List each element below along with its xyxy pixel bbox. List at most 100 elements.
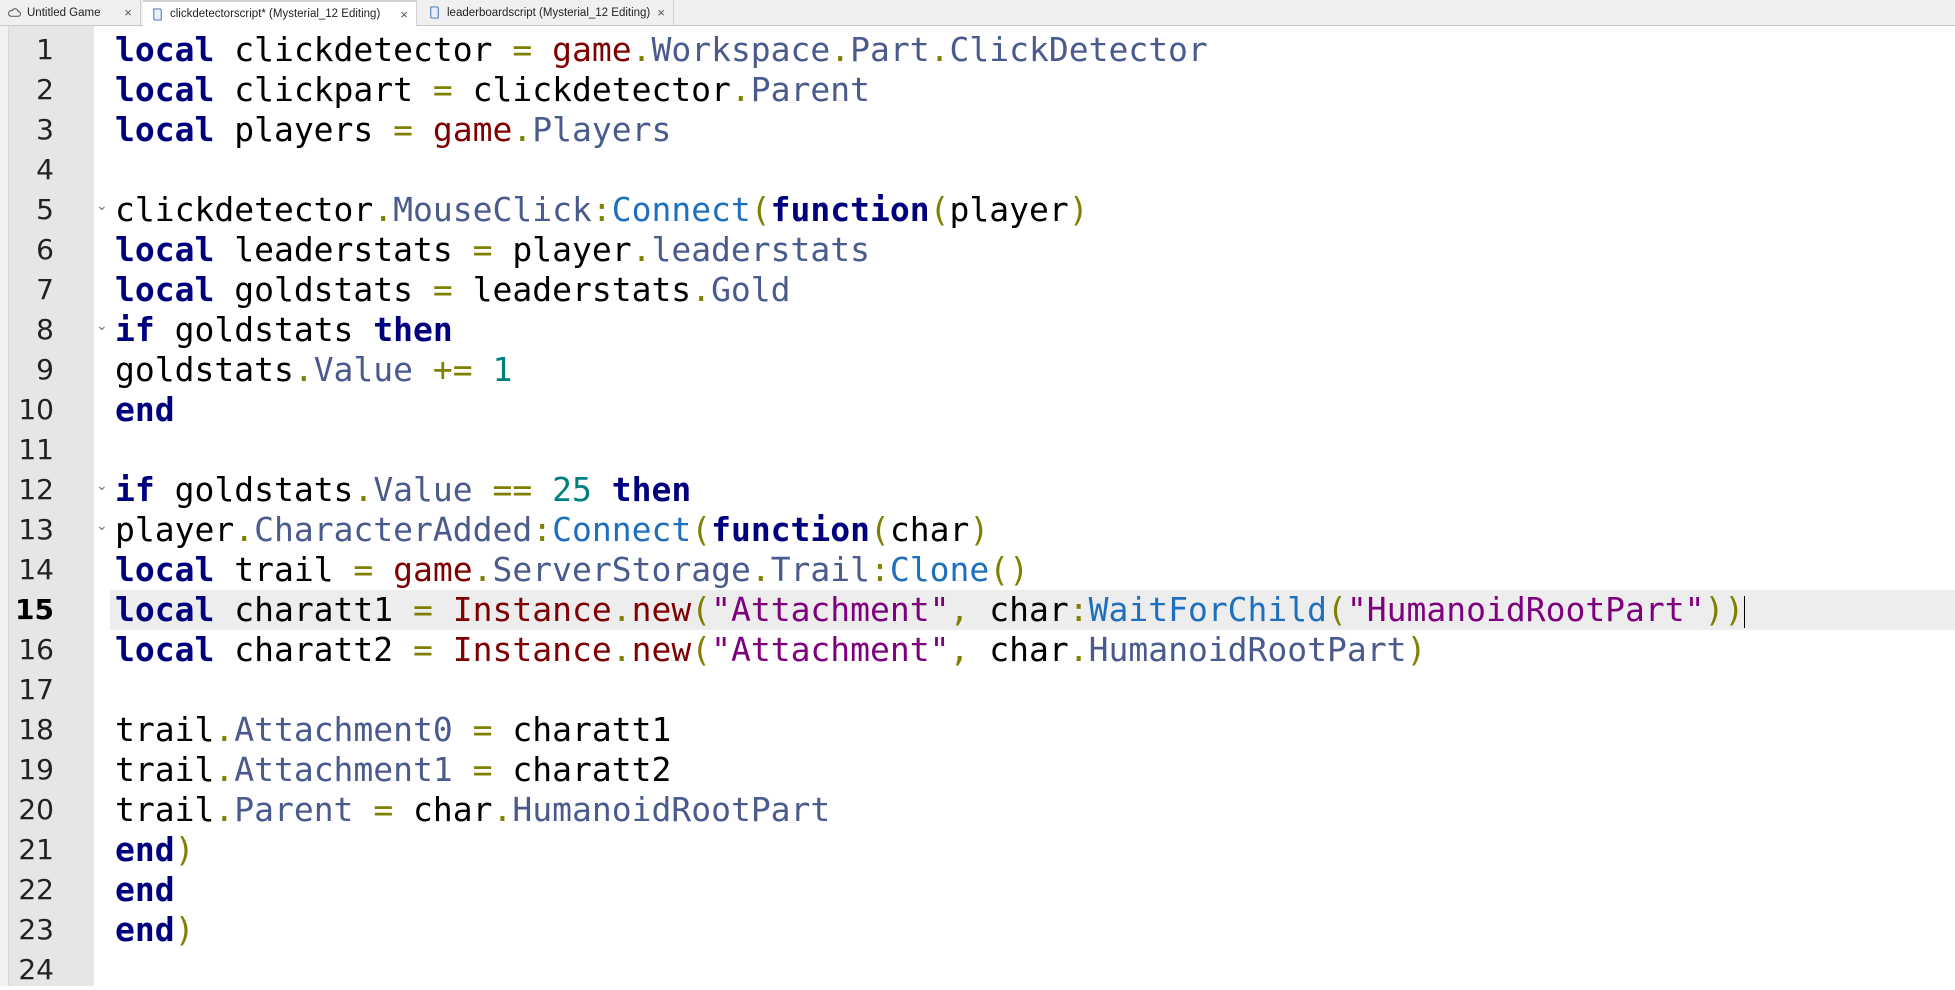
- script-icon: [153, 7, 162, 21]
- token-identifier: goldstats: [115, 350, 294, 389]
- token-operator: .: [929, 30, 950, 69]
- code-line[interactable]: 3 local players = game.Players: [0, 110, 1955, 150]
- code-line[interactable]: 18 trail.Attachment0 = charatt1: [0, 710, 1955, 750]
- fold-chevron-icon[interactable]: ⌄: [96, 466, 108, 506]
- code-line[interactable]: 23 end): [0, 910, 1955, 950]
- close-icon[interactable]: ×: [124, 5, 132, 20]
- line-number: 15: [15, 593, 54, 626]
- code-line[interactable]: 7 local goldstats = leaderstats.Gold: [0, 270, 1955, 310]
- token-property: CharacterAdded: [254, 510, 533, 549]
- token-operator: :: [870, 550, 890, 589]
- tab-clickdetectorscript[interactable]: clickdetectorscript* (Mysterial_12 Editi…: [143, 0, 417, 26]
- line-text: local goldstats = leaderstats.Gold: [110, 270, 1955, 310]
- token-operator: (: [750, 190, 771, 229]
- token-identifier: trail: [115, 790, 215, 829]
- line-text: local clickpart = clickdetector.Parent: [110, 70, 1955, 110]
- token-operator: ==: [492, 470, 533, 509]
- code-line[interactable]: 9 goldstats.Value += 1: [0, 350, 1955, 390]
- code-line[interactable]: 14 local trail = game.ServerStorage.Trail…: [0, 550, 1955, 590]
- close-icon[interactable]: ×: [657, 5, 665, 20]
- line-number: 12: [18, 473, 54, 506]
- token-method: WaitForChild: [1088, 590, 1328, 629]
- token-string: "HumanoidRootPart": [1346, 590, 1705, 629]
- token-number: 25: [552, 470, 592, 509]
- code-line[interactable]: 6 local leaderstats = player.leaderstats: [0, 230, 1955, 270]
- token-operator: .: [750, 550, 771, 589]
- token-property: Players: [532, 110, 672, 149]
- token-property: ServerStorage: [492, 550, 751, 589]
- code-line[interactable]: 10 end: [0, 390, 1955, 430]
- token-operator: .: [830, 30, 851, 69]
- token-keyword: end: [115, 870, 175, 909]
- code-line[interactable]: 8 ⌄ if goldstats then: [0, 310, 1955, 350]
- token-identifier: player: [115, 510, 235, 549]
- line-number: 6: [36, 233, 54, 266]
- code-line[interactable]: 12 ⌄ if goldstats.Value == 25 then: [0, 470, 1955, 510]
- token-operator: =: [472, 710, 493, 749]
- token-identifier: trail: [214, 550, 354, 589]
- code-line[interactable]: 13 ⌄ player.CharacterAdded:Connect(functio…: [0, 510, 1955, 550]
- code-line[interactable]: 5 ⌄ clickdetector.MouseClick:Connect(funct…: [0, 190, 1955, 230]
- token-operator: .: [373, 190, 394, 229]
- token-operator: .: [234, 510, 255, 549]
- code-line[interactable]: 20 trail.Parent = char.HumanoidRootPart: [0, 790, 1955, 830]
- token-operator: (: [1327, 590, 1347, 629]
- code-line[interactable]: 16 local charatt2 = Instance.new("Attachm…: [0, 630, 1955, 670]
- token-identifier: char: [889, 510, 970, 549]
- token-identifier: leaderstats: [452, 270, 692, 309]
- token-keyword: local: [115, 230, 215, 269]
- fold-chevron-icon[interactable]: ⌄: [96, 506, 108, 546]
- token-string: "Attachment": [711, 590, 950, 629]
- line-number: 1: [36, 33, 54, 66]
- code-line[interactable]: 24: [0, 950, 1955, 990]
- line-text: local clickdetector = game.Workspace.Par…: [110, 30, 1955, 70]
- line-text: local charatt1 = Instance.new("Attachmen…: [110, 590, 1955, 630]
- token-operator: (: [691, 590, 712, 629]
- fold-chevron-icon[interactable]: ⌄: [96, 306, 108, 346]
- token-property: HumanoidRootPart: [1088, 630, 1407, 669]
- line-text: if goldstats then: [110, 310, 1955, 350]
- token-operator: .: [631, 230, 652, 269]
- token-identifier: player: [949, 190, 1069, 229]
- fold-chevron-icon[interactable]: ⌄: [96, 186, 108, 226]
- code-editor[interactable]: 1 local clickdetector = game.Workspace.Pa…: [0, 30, 1955, 990]
- code-line[interactable]: 4: [0, 150, 1955, 190]
- token-operator: .: [353, 470, 374, 509]
- token-identifier: [413, 110, 433, 149]
- token-operator: )): [1704, 590, 1745, 629]
- tab-untitled-game[interactable]: Untitled Game ×: [0, 0, 141, 25]
- token-identifier: [473, 350, 493, 389]
- token-operator: :: [532, 510, 553, 549]
- code-line[interactable]: 15 local charatt1 = Instance.new("Attachm…: [0, 590, 1955, 630]
- line-number: 8: [36, 313, 54, 346]
- token-identifier: charatt2: [214, 630, 414, 669]
- token-keyword: then: [611, 470, 692, 509]
- token-operator: .: [214, 790, 235, 829]
- token-operator: (: [691, 630, 712, 669]
- token-property: Workspace: [651, 30, 831, 69]
- token-operator: .: [1068, 630, 1089, 669]
- tab-leaderboardscript[interactable]: leaderboardscript (Mysterial_12 Editing)…: [420, 0, 674, 25]
- code-line[interactable]: 2 local clickpart = clickdetector.Parent: [0, 70, 1955, 110]
- line-text: [110, 430, 1955, 470]
- token-identifier: [453, 710, 473, 749]
- line-number: 22: [18, 873, 54, 906]
- code-line[interactable]: 19 trail.Attachment1 = charatt2: [0, 750, 1955, 790]
- token-identifier: [532, 30, 552, 69]
- close-icon[interactable]: ×: [400, 7, 408, 22]
- code-line[interactable]: 21 end): [0, 830, 1955, 870]
- code-line[interactable]: 11: [0, 430, 1955, 470]
- code-line[interactable]: 17: [0, 670, 1955, 710]
- code-line[interactable]: 22 end: [0, 870, 1955, 910]
- line-number: 3: [36, 113, 54, 146]
- code-line[interactable]: 1 local clickdetector = game.Workspace.Pa…: [0, 30, 1955, 70]
- line-text: local charatt2 = Instance.new("Attachmen…: [110, 630, 1955, 670]
- cloud-icon: [8, 8, 21, 17]
- token-identifier: [373, 550, 393, 589]
- token-operator: :: [591, 190, 612, 229]
- token-global: Instance: [452, 590, 612, 629]
- line-number: 9: [36, 353, 54, 386]
- line-text: end): [110, 910, 1955, 950]
- token-identifier: char: [969, 590, 1069, 629]
- token-operator: ): [174, 830, 195, 869]
